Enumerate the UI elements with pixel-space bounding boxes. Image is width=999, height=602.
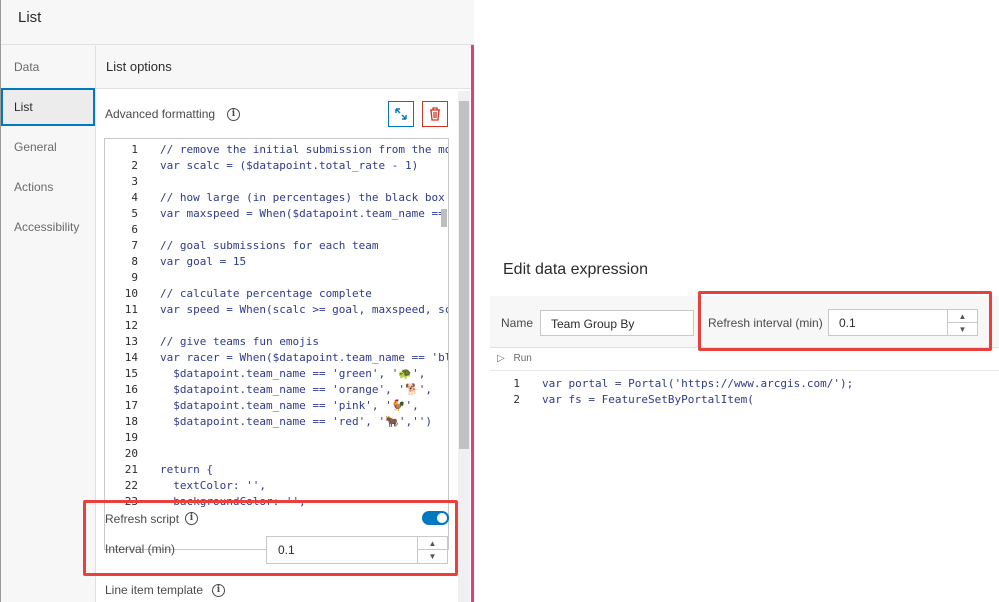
line-number: 9 bbox=[131, 271, 138, 284]
panel-title-bar: List bbox=[1, 0, 474, 45]
name-input[interactable]: Team Group By bbox=[540, 310, 694, 336]
line-number: 11 bbox=[124, 303, 138, 316]
panel-title: List bbox=[18, 9, 42, 26]
line-number: 1 bbox=[131, 143, 138, 156]
code-line: // remove the initial submission from th… bbox=[160, 143, 449, 156]
nav-item-general[interactable]: General bbox=[1, 128, 95, 166]
code-line: var maxspeed = When($datapoint.team_name… bbox=[160, 207, 449, 220]
code-line: var goal = 15 bbox=[160, 255, 247, 268]
code-line: $datapoint.team_name == 'orange', '🐕', bbox=[160, 383, 432, 396]
line-number: 8 bbox=[131, 255, 138, 268]
code-line: $datapoint.team_name == 'red', '🐂','') bbox=[160, 415, 432, 428]
info-icon[interactable]: i bbox=[227, 108, 240, 121]
code-line: var scalc = ($datapoint.total_rate - 1) bbox=[160, 159, 419, 172]
line-number: 14 bbox=[124, 351, 138, 364]
line-number: 10 bbox=[124, 287, 138, 300]
code-line: // how large (in percentages) the black … bbox=[160, 191, 449, 204]
line-number: 22 bbox=[124, 479, 138, 492]
options-scrollbar-thumb[interactable] bbox=[459, 101, 469, 449]
line-number: 18 bbox=[124, 415, 138, 428]
line-number: 20 bbox=[124, 447, 138, 460]
panel-divider bbox=[471, 45, 474, 602]
code-line: // calculate percentage complete bbox=[160, 287, 372, 300]
nav-item-data[interactable]: Data bbox=[1, 48, 95, 86]
expand-editor-button[interactable] bbox=[388, 101, 414, 127]
edit-expression-title: Edit data expression bbox=[503, 261, 648, 278]
line-number: 15 bbox=[124, 367, 138, 380]
run-button[interactable]: ▷ Run bbox=[497, 353, 532, 364]
nav-item-list[interactable]: List bbox=[1, 88, 95, 126]
code-line: // give teams fun emojis bbox=[160, 335, 319, 348]
code-line: var speed = When(scalc >= goal, maxspeed… bbox=[160, 303, 449, 316]
list-options-title: List options bbox=[106, 59, 172, 74]
line-number: 1 bbox=[513, 377, 520, 390]
line-number: 7 bbox=[131, 239, 138, 252]
code-editor[interactable]: 1 // remove the initial submission from t… bbox=[104, 138, 449, 550]
code-line: // goal submissions for each team bbox=[160, 239, 379, 252]
code-line: $datapoint.team_name == 'pink', '🐓', bbox=[160, 399, 419, 412]
refresh-highlight-box bbox=[83, 500, 458, 576]
line-number: 4 bbox=[131, 191, 138, 204]
nav-item-accessibility[interactable]: Accessibility bbox=[1, 208, 95, 246]
code-line: textColor: '', bbox=[160, 479, 266, 492]
expression-code-editor[interactable]: 1 var portal = Portal('https://www.arcgis… bbox=[490, 370, 999, 420]
line-number: 16 bbox=[124, 383, 138, 396]
nav-item-actions[interactable]: Actions bbox=[1, 168, 95, 206]
advanced-formatting-label: Advanced formatting bbox=[105, 107, 216, 121]
settings-nav: Data List General Actions Accessibility bbox=[1, 46, 95, 602]
name-value: Team Group By bbox=[551, 317, 635, 331]
code-line: var fs = FeatureSetByPortalItem( bbox=[542, 393, 754, 406]
line-number: 21 bbox=[124, 463, 138, 476]
expand-icon bbox=[395, 108, 407, 120]
trash-icon bbox=[430, 107, 440, 121]
run-label: Run bbox=[513, 353, 532, 364]
code-line: return { bbox=[160, 463, 213, 476]
line-number: 13 bbox=[124, 335, 138, 348]
line-number: 19 bbox=[124, 431, 138, 444]
play-icon: ▷ bbox=[497, 353, 505, 364]
line-item-template-label: Line item template bbox=[105, 583, 204, 597]
delete-script-button[interactable] bbox=[422, 101, 448, 127]
line-number: 2 bbox=[513, 393, 520, 406]
code-line: $datapoint.team_name == 'green', '🐢', bbox=[160, 367, 426, 380]
line-number: 2 bbox=[131, 159, 138, 172]
editor-scrollbar[interactable] bbox=[441, 209, 447, 227]
line-number: 6 bbox=[131, 223, 138, 236]
line-number: 17 bbox=[124, 399, 138, 412]
line-number: 12 bbox=[124, 319, 138, 332]
name-label: Name bbox=[501, 316, 534, 330]
line-number: 5 bbox=[131, 207, 138, 220]
line-number: 3 bbox=[131, 175, 138, 188]
refresh-interval-highlight-box bbox=[698, 291, 992, 351]
code-line: var racer = When($datapoint.team_name ==… bbox=[160, 351, 449, 364]
list-options-header: List options bbox=[96, 46, 472, 89]
info-icon[interactable]: i bbox=[212, 584, 225, 597]
code-line: var portal = Portal('https://www.arcgis.… bbox=[542, 377, 854, 390]
